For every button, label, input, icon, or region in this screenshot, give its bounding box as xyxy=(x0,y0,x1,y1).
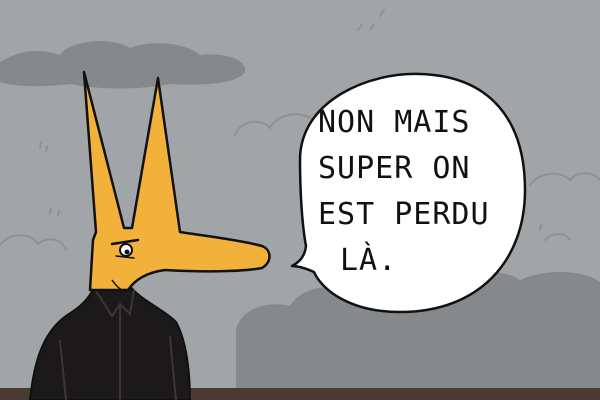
comic-panel: NON MAIS SUPER ON EST PERDU LÀ. xyxy=(0,0,600,400)
speech-line-3: EST PERDU xyxy=(318,197,490,232)
speech-line-2: SUPER ON xyxy=(318,151,471,186)
speech-line-4: LÀ. xyxy=(340,243,398,278)
speech-bubble-text: NON MAIS SUPER ON EST PERDU LÀ. xyxy=(318,100,518,284)
speech-line-1: NON MAIS xyxy=(318,105,471,140)
